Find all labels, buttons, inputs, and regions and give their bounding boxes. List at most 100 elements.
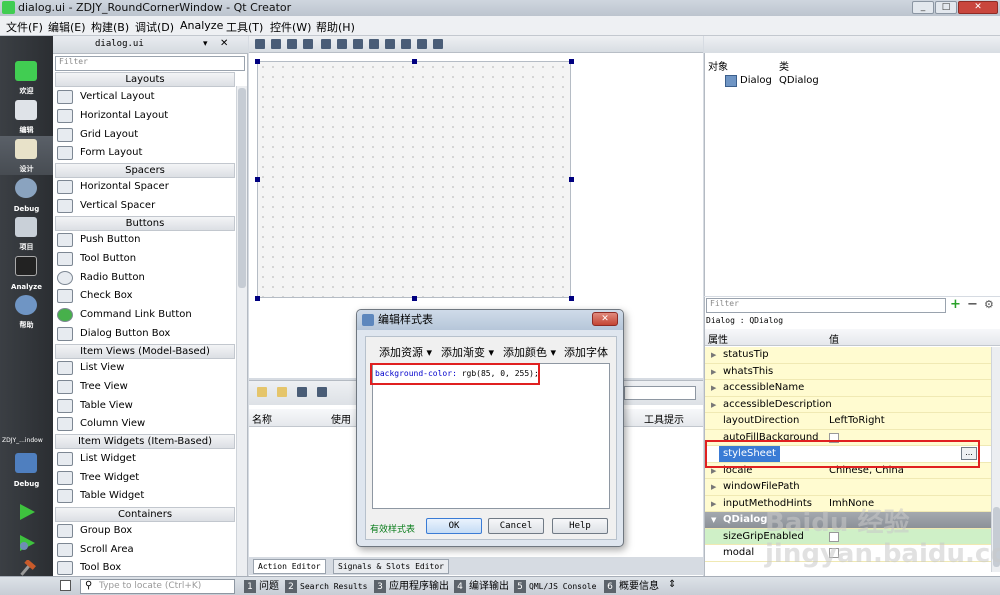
output-pane-app-output[interactable]: 3 应用程序输出 bbox=[374, 579, 449, 594]
ok-button[interactable]: OK bbox=[426, 518, 482, 534]
widget-grid-layout[interactable]: Grid Layout bbox=[57, 126, 237, 144]
new-action-icon[interactable] bbox=[257, 387, 267, 397]
resize-handle[interactable] bbox=[255, 177, 260, 182]
copy-action-icon[interactable] bbox=[277, 387, 287, 397]
tab-signals-slots[interactable]: Signals & Slots Editor bbox=[333, 559, 449, 574]
widget-form-layout[interactable]: Form Layout bbox=[57, 144, 237, 162]
add-resource-button[interactable]: 添加资源 ▾ bbox=[379, 344, 432, 360]
action-filter-input[interactable] bbox=[624, 386, 696, 400]
widget-push-button[interactable]: Push Button bbox=[57, 231, 237, 249]
dialog-close-button[interactable]: ✕ bbox=[592, 312, 618, 326]
delete-action-icon[interactable] bbox=[317, 387, 327, 397]
edit-buddies-icon[interactable] bbox=[287, 39, 297, 49]
output-pane-search[interactable]: 2 Search Results bbox=[285, 579, 367, 594]
widget-table-widget[interactable]: Table Widget bbox=[57, 487, 237, 505]
file-tab[interactable]: dialog.ui bbox=[95, 39, 144, 49]
menu-file[interactable]: 文件(F) bbox=[6, 19, 43, 35]
paste-action-icon[interactable] bbox=[297, 387, 307, 397]
widget-tree-view[interactable]: Tree View bbox=[57, 378, 237, 396]
widget-box-scrollbar[interactable] bbox=[236, 86, 247, 576]
menu-widgets[interactable]: 控件(W) bbox=[270, 19, 311, 35]
prop-row-accessiblename[interactable]: ▶ accessibleName bbox=[705, 380, 991, 397]
widget-horizontal-spacer[interactable]: Horizontal Spacer bbox=[57, 178, 237, 196]
category-containers[interactable]: Containers bbox=[55, 507, 235, 522]
category-buttons[interactable]: Buttons bbox=[55, 216, 235, 231]
mode-edit[interactable]: 编辑 bbox=[0, 97, 53, 136]
category-spacers[interactable]: Spacers bbox=[55, 163, 235, 178]
menu-build[interactable]: 构建(B) bbox=[91, 19, 129, 35]
run-icon[interactable] bbox=[18, 503, 36, 521]
category-layouts[interactable]: Layouts bbox=[55, 72, 235, 87]
mode-help[interactable]: 帮助 bbox=[0, 292, 53, 331]
widget-scroll-area[interactable]: Scroll Area bbox=[57, 541, 237, 559]
widget-check-box[interactable]: Check Box bbox=[57, 287, 237, 305]
menu-help[interactable]: 帮助(H) bbox=[316, 19, 355, 35]
mode-debug[interactable]: Debug bbox=[0, 175, 53, 214]
output-pane-compile[interactable]: 4 编译输出 bbox=[454, 579, 509, 594]
layout-vertical-icon[interactable] bbox=[337, 39, 347, 49]
resize-handle[interactable] bbox=[569, 296, 574, 301]
output-pane-qml-console[interactable]: 5 QML/JS Console bbox=[514, 579, 596, 594]
object-row-dialog[interactable]: Dialog QDialog bbox=[705, 73, 1000, 90]
layout-horizontal-icon[interactable] bbox=[321, 39, 331, 49]
category-item-views[interactable]: Item Views (Model-Based) bbox=[55, 344, 235, 359]
add-gradient-button[interactable]: 添加渐变 ▾ bbox=[441, 344, 494, 360]
widget-list-widget[interactable]: List Widget bbox=[57, 450, 237, 468]
prop-row-windowfilepath[interactable]: ▶ windowFilePath bbox=[705, 479, 991, 496]
layout-h-splitter-icon[interactable] bbox=[353, 39, 363, 49]
edit-tab-order-icon[interactable] bbox=[303, 39, 313, 49]
prop-row-layoutdirection[interactable]: layoutDirection LeftToRight bbox=[705, 413, 991, 430]
prop-row-statustip[interactable]: ▶ statusTip bbox=[705, 347, 991, 364]
tab-action-editor[interactable]: Action Editor bbox=[253, 559, 326, 574]
widget-column-view[interactable]: Column View bbox=[57, 415, 237, 433]
locator-input[interactable]: Type to locate (Ctrl+K) bbox=[80, 579, 235, 594]
close-file-icon[interactable]: ✕ bbox=[220, 38, 228, 49]
toggle-sidebar-icon[interactable] bbox=[60, 580, 71, 591]
output-pane-issues[interactable]: 1 问题 bbox=[244, 579, 279, 594]
add-dynamic-property-icon[interactable]: + bbox=[950, 297, 961, 312]
widget-tool-box[interactable]: Tool Box bbox=[57, 559, 237, 577]
configure-tool-icon[interactable]: ⚙ bbox=[984, 298, 994, 311]
widget-table-view[interactable]: Table View bbox=[57, 397, 237, 415]
widget-command-link-button[interactable]: Command Link Button bbox=[57, 306, 237, 324]
layout-grid-icon[interactable] bbox=[401, 39, 411, 49]
resize-handle[interactable] bbox=[569, 177, 574, 182]
close-button[interactable]: ✕ bbox=[958, 1, 998, 14]
help-button[interactable]: Help bbox=[552, 518, 608, 534]
prop-row-accessibledescription[interactable]: ▶ accessibleDescription bbox=[705, 396, 991, 413]
add-font-button[interactable]: 添加字体 bbox=[564, 344, 608, 360]
layout-form-icon[interactable] bbox=[385, 39, 395, 49]
maximize-button[interactable]: □ bbox=[935, 1, 957, 14]
menu-edit[interactable]: 编辑(E) bbox=[48, 19, 86, 35]
add-color-button[interactable]: 添加颜色 ▾ bbox=[503, 344, 556, 360]
widget-list-view[interactable]: List View bbox=[57, 359, 237, 377]
widget-group-box[interactable]: Group Box bbox=[57, 522, 237, 540]
widget-tree-widget[interactable]: Tree Widget bbox=[57, 469, 237, 487]
resize-handle[interactable] bbox=[412, 296, 417, 301]
widget-tool-button[interactable]: Tool Button bbox=[57, 250, 237, 268]
file-dropdown-icon[interactable]: ▾ bbox=[203, 39, 208, 49]
dialog-form[interactable] bbox=[257, 61, 571, 298]
menu-tools[interactable]: 工具(T) bbox=[226, 19, 263, 35]
edit-widgets-icon[interactable] bbox=[255, 39, 265, 49]
edit-signals-icon[interactable] bbox=[271, 39, 281, 49]
menu-analyze[interactable]: Analyze bbox=[180, 19, 223, 32]
mode-design[interactable]: 设计 bbox=[0, 136, 53, 175]
resize-handle[interactable] bbox=[412, 59, 417, 64]
widget-radio-button[interactable]: Radio Button bbox=[57, 269, 237, 287]
debug-run-icon[interactable] bbox=[18, 534, 36, 552]
break-layout-icon[interactable] bbox=[417, 39, 427, 49]
scrollbar-thumb[interactable] bbox=[238, 88, 246, 288]
widget-horizontal-layout[interactable]: Horizontal Layout bbox=[57, 107, 237, 125]
menu-debug[interactable]: 调试(D) bbox=[135, 19, 174, 35]
resize-handle[interactable] bbox=[255, 59, 260, 64]
prop-row-whatsthis[interactable]: ▶ whatsThis bbox=[705, 363, 991, 380]
chevron-up-icon[interactable]: ⇕ bbox=[668, 579, 676, 590]
resize-handle[interactable] bbox=[569, 59, 574, 64]
mode-projects[interactable]: 项目 bbox=[0, 214, 53, 253]
widget-filter-input[interactable]: Filter bbox=[55, 56, 245, 71]
resize-handle[interactable] bbox=[255, 296, 260, 301]
mode-welcome[interactable]: 欢迎 bbox=[0, 58, 53, 97]
widget-vertical-layout[interactable]: Vertical Layout bbox=[57, 88, 237, 106]
minimize-button[interactable]: _ bbox=[912, 1, 934, 14]
